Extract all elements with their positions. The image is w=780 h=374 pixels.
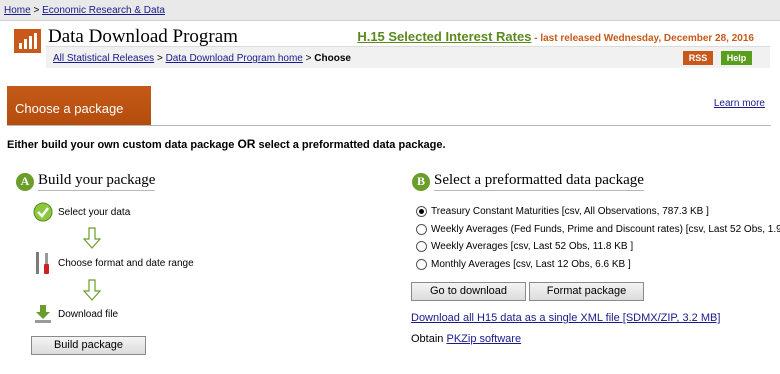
radio-button[interactable] bbox=[416, 241, 427, 252]
package-option[interactable]: Monthly Averages [csv, Last 12 Obs, 6.6 … bbox=[416, 259, 631, 270]
help-button[interactable]: Help bbox=[721, 51, 752, 65]
breadcrumb: Home > Economic Research & Data bbox=[4, 5, 165, 16]
format-package-button[interactable]: Format package bbox=[529, 282, 644, 301]
package-option[interactable]: Treasury Constant Maturities [csv, All O… bbox=[416, 206, 709, 217]
down-arrow-icon bbox=[83, 227, 101, 249]
section-divider bbox=[7, 125, 771, 126]
package-option[interactable]: Weekly Averages [csv, Last 52 Obs, 11.8 … bbox=[416, 241, 633, 252]
breadcrumb-separator: > bbox=[33, 5, 40, 16]
build-package-title: Build your package bbox=[38, 172, 156, 191]
tools-icon bbox=[32, 252, 54, 274]
checkmark-icon bbox=[32, 201, 54, 223]
section-title: Choose a package bbox=[7, 86, 151, 126]
subnav-separator: > bbox=[305, 53, 312, 64]
step-label: Choose format and date range bbox=[58, 257, 194, 269]
release-status: - last released Wednesday, December 28, … bbox=[534, 33, 754, 44]
intro-text: Either build your own custom data packag… bbox=[7, 137, 446, 151]
release-info: H.15 Selected Interest Rates - last rele… bbox=[357, 29, 754, 44]
radio-button[interactable] bbox=[416, 206, 427, 217]
package-option-label: Weekly Averages [csv, Last 52 Obs, 11.8 … bbox=[431, 241, 634, 252]
learn-more-link[interactable]: Learn more bbox=[714, 98, 765, 109]
pkzip-link[interactable]: PKZip software bbox=[446, 333, 521, 345]
program-home-link[interactable]: Data Download Program home bbox=[166, 53, 303, 64]
radio-button[interactable] bbox=[416, 224, 427, 235]
obtain-text: Obtain PKZip software bbox=[411, 333, 521, 345]
step-choose-format: Choose format and date range bbox=[32, 252, 194, 274]
step-b-badge: B bbox=[412, 172, 430, 191]
program-title: Data Download Program bbox=[48, 26, 238, 47]
build-package-button[interactable]: Build package bbox=[31, 336, 146, 355]
rss-button[interactable]: RSS bbox=[683, 51, 713, 65]
home-link[interactable]: Home bbox=[4, 5, 31, 16]
xml-download-link[interactable]: Download all H15 data as a single XML fi… bbox=[411, 312, 720, 324]
step-label: Select your data bbox=[58, 206, 131, 218]
package-option-label: Treasury Constant Maturities [csv, All O… bbox=[431, 206, 709, 217]
step-select-data: Select your data bbox=[32, 201, 130, 223]
all-statistical-releases-link[interactable]: All Statistical Releases bbox=[53, 53, 154, 64]
intro-part1: Either build your own custom data packag… bbox=[7, 139, 238, 151]
release-name-link[interactable]: H.15 Selected Interest Rates bbox=[357, 29, 531, 44]
step-label: Download file bbox=[58, 308, 119, 320]
down-arrow-icon bbox=[83, 279, 101, 301]
step-download-file: Download file bbox=[32, 303, 118, 325]
header-divider bbox=[0, 20, 780, 21]
top-bar: Home > Economic Research & Data bbox=[0, 0, 780, 20]
package-option-label: Weekly Averages (Fed Funds, Prime and Di… bbox=[431, 224, 780, 235]
build-package-heading: A Build your package bbox=[16, 172, 156, 191]
preformatted-title: Select a preformatted data package bbox=[434, 172, 644, 191]
download-icon bbox=[32, 303, 54, 325]
intro-part2: select a preformatted data package. bbox=[255, 139, 446, 151]
economic-research-link[interactable]: Economic Research & Data bbox=[42, 5, 165, 16]
radio-button[interactable] bbox=[416, 259, 427, 270]
step-a-badge: A bbox=[16, 172, 34, 191]
current-page-label: Choose bbox=[314, 53, 351, 64]
intro-or: OR bbox=[237, 137, 256, 151]
obtain-prefix: Obtain bbox=[411, 333, 444, 345]
bar-chart-logo-icon bbox=[14, 29, 41, 53]
package-option[interactable]: Weekly Averages (Fed Funds, Prime and Di… bbox=[416, 224, 780, 235]
preformatted-heading: B Select a preformatted data package bbox=[412, 172, 644, 191]
sub-navigation: All Statistical Releases > Data Download… bbox=[46, 46, 770, 68]
package-option-label: Monthly Averages [csv, Last 12 Obs, 6.6 … bbox=[431, 259, 631, 270]
go-to-download-button[interactable]: Go to download bbox=[411, 282, 526, 301]
subnav-separator: > bbox=[156, 53, 163, 64]
